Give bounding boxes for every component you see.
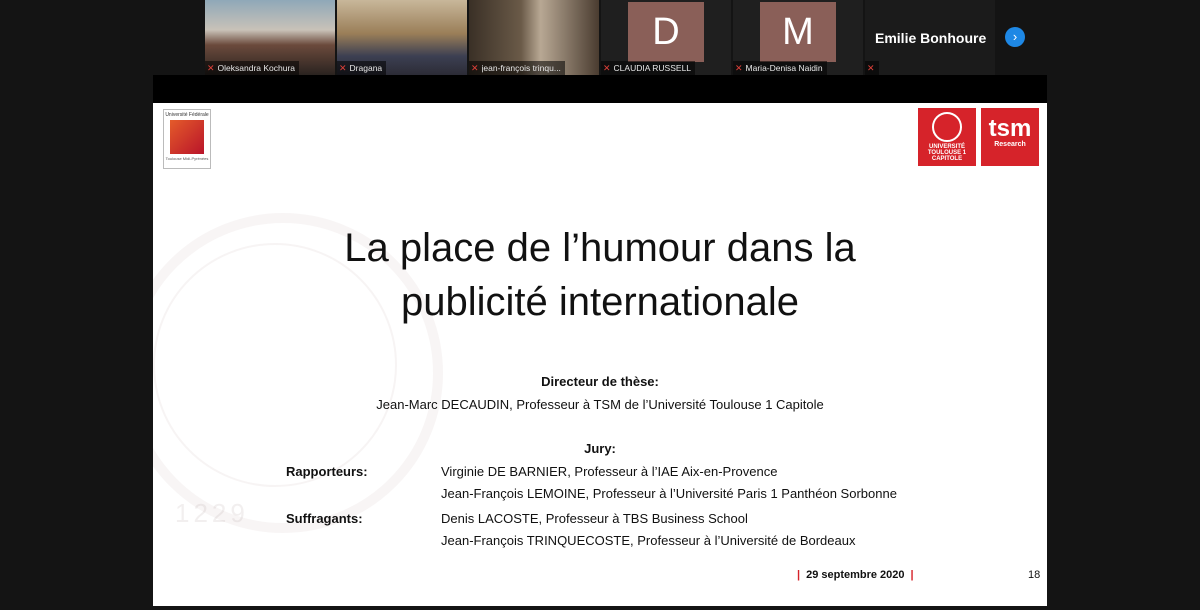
participant-name: CLAUDIA RUSSELL [613,63,692,73]
logo-emblem [170,120,204,154]
participant-name-bar: ✕ jean-françois trinqu... [469,61,565,75]
tsm-logo-text: tsm [988,115,1032,142]
logo-text-bottom: Toulouse Midi-Pyrénées [165,156,209,161]
participant-name: Oleksandra Kochura [217,63,296,73]
participant-name: Dragana [349,63,383,73]
mic-muted-icon: ✕ [603,62,611,73]
participant-tile[interactable]: M ✕ Maria-Denisa Naidin [733,0,863,75]
participant-name-bar: ✕ Maria-Denisa Naidin [733,61,827,75]
ut1-seal-icon [932,112,962,142]
footer-date-text: 29 septembre 2020 [806,569,905,581]
slide-title-line-2: publicité internationale [400,280,800,324]
avatar: M [760,2,836,62]
participant-name: Maria-Denisa Naidin [745,63,823,73]
tsm-research-logo: tsm Research [981,108,1039,166]
participant-name-bar: ✕ CLAUDIA RUSSELL [601,61,696,75]
participant-strip: ✕ Oleksandra Kochura ✕ Dragana ✕ jean-fr… [205,0,996,75]
participant-name: jean-françois trinqu... [481,63,561,73]
participant-name-bar: ✕ [865,61,879,75]
participant-tile[interactable]: ✕ Oleksandra Kochura [205,0,335,75]
avatar: D [628,2,704,62]
mic-muted-icon: ✕ [207,62,215,73]
director-name: Jean-Marc DECAUDIN, Professeur à TSM de … [376,397,824,412]
rapporteur-item: Virginie DE BARNIER, Professeur à l’IAE … [441,464,778,479]
participant-name-bar: ✕ Oleksandra Kochura [205,61,300,75]
shared-slide: 1229 Université Fédérale Toulouse Midi-P… [153,103,1047,606]
footer-divider: | [910,569,914,581]
tsm-logo-subtext: Research [994,141,1026,148]
universite-federale-logo: Université Fédérale Toulouse Midi-Pyréné… [163,109,211,169]
logo-text-top: Université Fédérale [165,112,209,118]
participant-tile[interactable]: Emilie Bonhoure ✕ [865,0,995,75]
slide-footer-date: | 29 septembre 2020 | [791,569,920,581]
rapporteur-item: Jean-François LEMOINE, Professeur à l’Un… [441,486,897,501]
director-heading: Directeur de thèse: [541,374,659,389]
mic-muted-icon: ✕ [735,62,743,73]
participant-tile[interactable]: ✕ Dragana [337,0,467,75]
jury-heading: Jury: [584,441,616,456]
mic-muted-icon: ✕ [339,62,347,73]
participant-tile[interactable]: ✕ jean-françois trinqu... [469,0,599,75]
slide-title: La place de l’humour dans la publicité i… [153,221,1047,329]
slide-title-line-1: La place de l’humour dans la [344,226,856,270]
ut1-logo-text: UNIVERSITÉ TOULOUSE 1 CAPITOLE [927,144,967,162]
share-top-band [153,75,1047,103]
next-page-button[interactable]: › [1005,27,1025,47]
participant-name-bar: ✕ Dragana [337,61,387,75]
ut1-capitole-logo: UNIVERSITÉ TOULOUSE 1 CAPITOLE [918,108,976,166]
participant-tile[interactable]: D ✕ CLAUDIA RUSSELL [601,0,731,75]
participant-name: Emilie Bonhoure [875,30,987,46]
chevron-right-icon: › [1012,29,1018,44]
slide-page-number: 18 [1028,569,1041,581]
rapporteurs-label: Rapporteurs: [286,464,368,479]
suffragant-item: Denis LACOSTE, Professeur à TBS Business… [441,511,748,526]
suffragant-item: Jean-François TRINQUECOSTE, Professeur à… [441,533,856,548]
mic-muted-icon: ✕ [867,62,875,73]
mic-muted-icon: ✕ [471,62,479,73]
footer-divider: | [797,569,801,581]
seal-watermark-year: 1229 [175,498,249,528]
suffragants-label: Suffragants: [286,511,363,526]
